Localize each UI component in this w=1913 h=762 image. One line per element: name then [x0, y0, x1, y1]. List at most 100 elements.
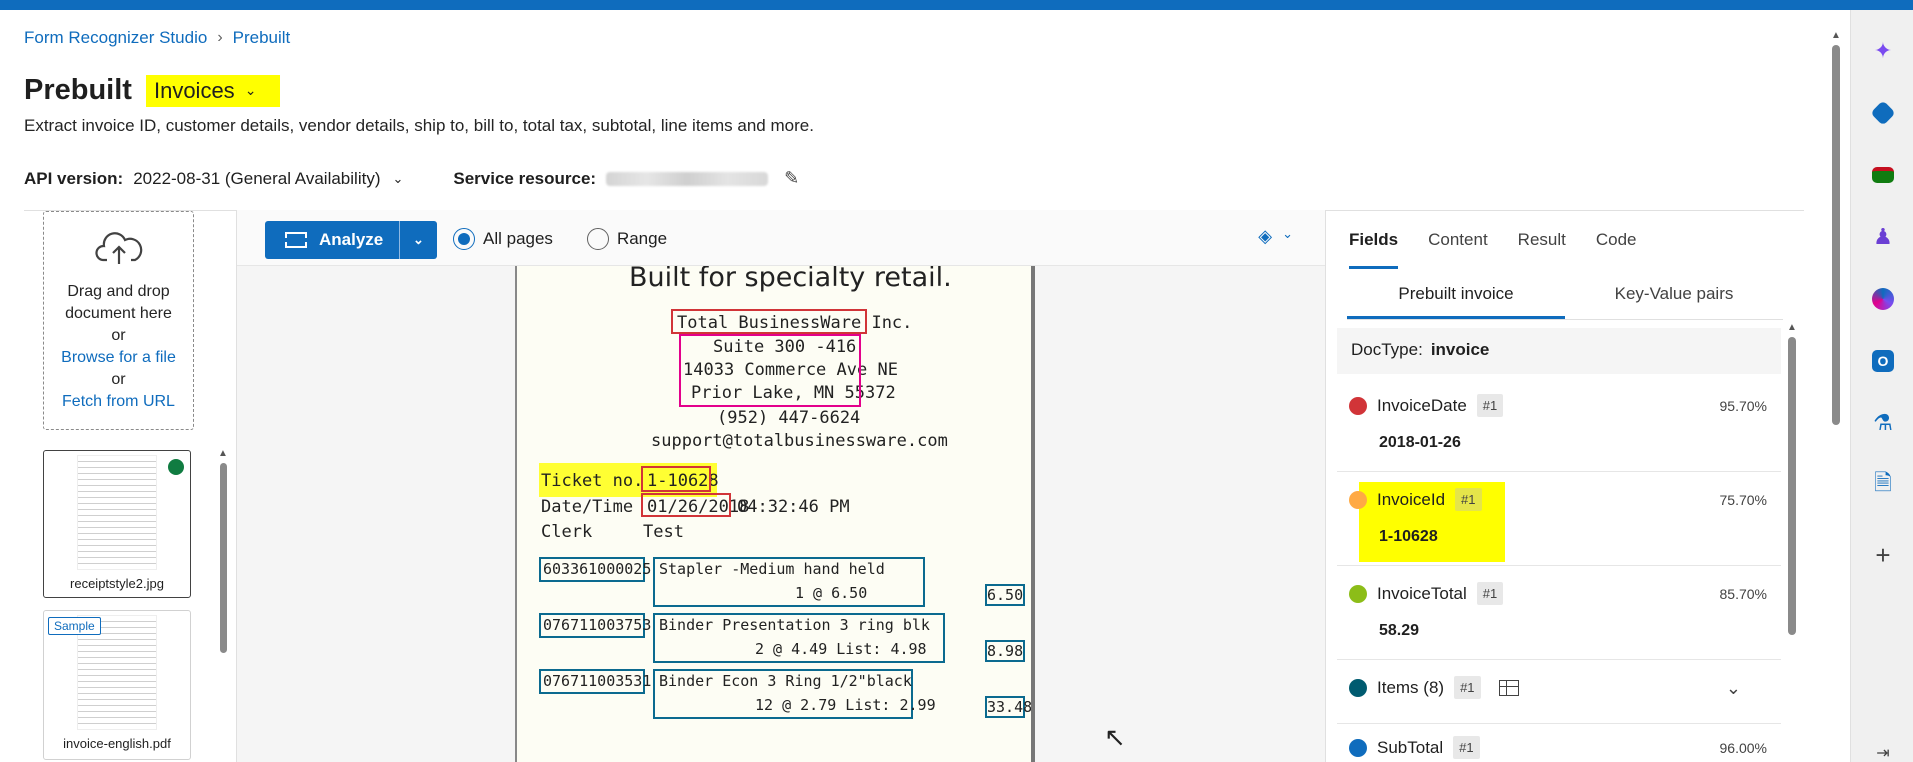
field-index-badge: #1 [1455, 488, 1482, 511]
scrollbar-thumb[interactable] [1832, 45, 1840, 425]
scrollbar-thumb[interactable] [1788, 337, 1796, 635]
field-items[interactable]: Items (8) #1 ⌄ [1337, 660, 1781, 724]
page-range-options: All pages Range [453, 228, 667, 250]
field-invoice-date[interactable]: InvoiceDate #1 95.70% 2018-01-26 [1337, 378, 1781, 472]
thumbnail-receipt[interactable]: receiptstyle2.jpg [43, 450, 191, 598]
layers-dropdown[interactable]: ◈ ⌄ [1258, 226, 1293, 247]
thumbnail-scrollbar[interactable]: ▲ [218, 448, 228, 658]
service-resource-value-redacted [606, 171, 769, 186]
right-sidebar: ✦ ♟ O ⚗ 🗎 + ⇥ [1850, 10, 1913, 762]
page-scrollbar[interactable]: ▲ [1830, 30, 1842, 762]
breadcrumb-root-link[interactable]: Form Recognizer Studio [24, 28, 207, 48]
receipt-email: support@totalbusinessware.com [651, 431, 948, 451]
range-radio[interactable] [586, 228, 609, 250]
web-icon[interactable]: 🗎 [1870, 470, 1896, 498]
scroll-up-icon[interactable]: ▲ [1830, 30, 1842, 41]
scrollbar-thumb[interactable] [219, 463, 227, 653]
browse-file-link[interactable]: Browse for a file [61, 349, 176, 366]
tab-code[interactable]: Code [1596, 230, 1637, 269]
field-invoice-id[interactable]: InvoiceId #1 75.70% 1-10628 [1337, 472, 1781, 566]
field-index-badge: #1 [1453, 736, 1480, 759]
field-index-badge: #1 [1476, 394, 1504, 417]
field-color-dot [1349, 396, 1367, 415]
doctype-value: invoice [1430, 340, 1490, 359]
fields-scrollbar[interactable]: ▲ [1787, 322, 1797, 762]
tag-icon[interactable] [1870, 100, 1896, 126]
service-resource-label: Service resource: [453, 168, 597, 188]
tab-result[interactable]: Result [1518, 230, 1566, 269]
edit-pencil-icon[interactable]: ✎ [784, 168, 799, 189]
doctype-label: DocType: [1351, 340, 1423, 359]
field-invoice-total[interactable]: InvoiceTotal #1 85.70% 58.29 [1337, 566, 1781, 660]
item-desc: Stapler -Medium hand held [659, 560, 885, 578]
api-settings-row: API version: 2022-08-31 (General Availab… [24, 168, 799, 189]
chevron-down-icon: ⌄ [244, 82, 257, 98]
item-amount: 8.98 [987, 642, 1024, 660]
field-color-dot [1349, 490, 1367, 509]
field-value: 1-10628 [1379, 528, 1438, 545]
scroll-up-icon[interactable]: ▲ [1787, 322, 1797, 333]
copilot-icon[interactable]: ✦ [1870, 38, 1896, 64]
all-pages-label: All pages [483, 229, 553, 248]
table-icon[interactable] [1498, 679, 1519, 696]
thumbnail-filename: invoice-english.pdf [63, 736, 171, 751]
tab-fields[interactable]: Fields [1349, 230, 1399, 269]
model-dropdown[interactable]: Invoices ⌄ [145, 74, 281, 107]
field-value: 58.29 [1379, 622, 1420, 639]
results-tabs: Fields Content Result Code [1349, 230, 1637, 269]
api-version-value: 2022-08-31 (General Availability) [133, 168, 381, 188]
field-name: InvoiceTotal [1377, 583, 1467, 603]
item-amount: 33.48 [987, 698, 1033, 716]
field-name: Items (8) [1377, 677, 1445, 697]
lab-icon[interactable]: ⚗ [1870, 410, 1896, 436]
document-viewer: Analyze ⌄ All pages Range ◈ ⌄ Built for … [236, 210, 1326, 762]
upload-dropzone[interactable]: Drag and drop document here or Browse fo… [43, 211, 194, 430]
api-version-dropdown[interactable]: 2022-08-31 (General Availability) ⌄ [133, 169, 403, 189]
field-index-badge: #1 [1476, 582, 1504, 605]
range-label: Range [616, 229, 668, 248]
people-icon[interactable]: ♟ [1870, 224, 1896, 250]
breadcrumb-current-link[interactable]: Prebuilt [233, 28, 291, 48]
thumbnail-filename: receiptstyle2.jpg [70, 576, 164, 591]
fetch-url-link[interactable]: Fetch from URL [62, 393, 175, 410]
sample-badge: Sample [48, 617, 101, 635]
field-subtotal[interactable]: SubTotal #1 96.00% [1337, 724, 1781, 762]
thumbnail-invoice-sample[interactable]: Sample invoice-english.pdf [43, 610, 191, 760]
analyze-button[interactable]: Analyze ⌄ [265, 221, 437, 259]
dropzone-text-1: Drag and drop [67, 283, 170, 300]
field-index-badge: #1 [1454, 676, 1481, 699]
field-value: 2018-01-26 [1379, 434, 1461, 451]
dropzone-or-1: or [111, 327, 126, 344]
model-dropdown-label: Invoices [153, 77, 235, 103]
collapse-icon[interactable]: ⇥ [1870, 740, 1896, 762]
scroll-up-icon[interactable]: ▲ [218, 448, 228, 459]
subtab-prebuilt-invoice[interactable]: Prebuilt invoice [1347, 284, 1565, 319]
vendor-name-box [671, 309, 867, 334]
toolbox-icon[interactable] [1870, 162, 1896, 188]
clerk-value: Test [643, 522, 684, 542]
m365-icon[interactable] [1870, 286, 1896, 312]
api-version-label: API version: [24, 168, 124, 188]
item-sku: 603361000025 [543, 560, 652, 578]
thumbnail-image [77, 455, 157, 570]
outlook-icon[interactable]: O [1870, 348, 1896, 374]
chevron-down-icon: ⌄ [392, 170, 404, 186]
breadcrumb: Form Recognizer Studio › Prebuilt [24, 28, 290, 48]
date-label: Date/Time [541, 497, 634, 517]
add-icon[interactable]: + [1870, 540, 1896, 570]
receipt-banner: Built for specialty retail. [629, 266, 952, 293]
item-sku: 076711003531 [543, 672, 652, 690]
receipt-phone: (952) 447-6624 [717, 408, 861, 428]
tab-content[interactable]: Content [1428, 230, 1488, 269]
chevron-down-icon[interactable]: ⌄ [1726, 678, 1741, 699]
vendor-address-box [679, 334, 861, 407]
analyze-options-dropdown[interactable]: ⌄ [399, 221, 437, 259]
field-name: InvoiceDate [1377, 395, 1467, 415]
results-subtabs: Prebuilt invoice Key-Value pairs [1347, 284, 1783, 320]
item-amount: 6.50 [987, 586, 1024, 604]
all-pages-radio[interactable] [453, 228, 475, 250]
doctype-row: DocType: invoice [1337, 328, 1781, 374]
subtab-key-value-pairs[interactable]: Key-Value pairs [1565, 284, 1783, 319]
chevron-down-icon: ⌄ [1282, 226, 1293, 241]
field-name: SubTotal [1377, 737, 1444, 757]
